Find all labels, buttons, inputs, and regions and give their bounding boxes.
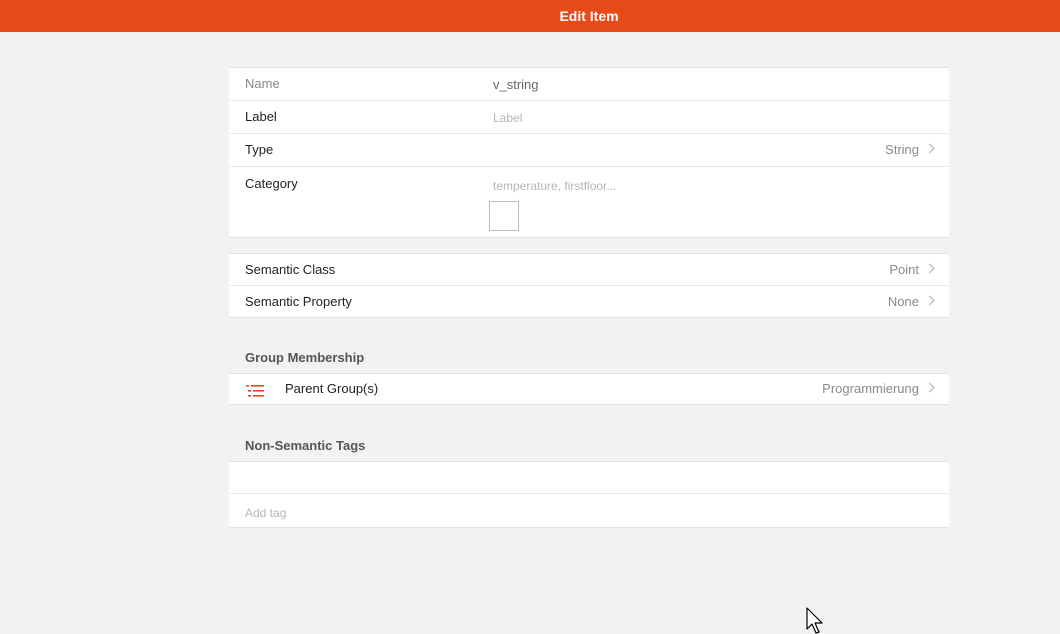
chevron-right-icon — [924, 263, 935, 274]
type-row[interactable]: Type String — [229, 134, 949, 167]
parent-groups-value: Programmierung — [822, 381, 919, 396]
name-row: Name — [229, 68, 949, 101]
parent-groups-row[interactable]: Parent Group(s) Programmierung — [229, 374, 949, 404]
semantic-class-label: Semantic Class — [245, 262, 336, 277]
category-label: Category — [245, 176, 298, 191]
label-row: Label — [229, 101, 949, 134]
semantic-property-label: Semantic Property — [245, 294, 352, 309]
category-icon-preview — [489, 201, 519, 231]
chevron-right-icon — [924, 382, 935, 393]
type-value: String — [885, 142, 919, 157]
semantic-class-row[interactable]: Semantic Class Point — [229, 254, 949, 286]
semantic-class-value: Point — [889, 262, 919, 277]
chevron-right-icon — [924, 295, 935, 306]
basic-properties-card: Name Label Type String Category — [229, 67, 949, 238]
group-membership-title: Group Membership — [245, 350, 365, 365]
tags-list — [229, 462, 949, 494]
category-input[interactable] — [493, 173, 923, 197]
label-label: Label — [245, 109, 277, 124]
mouse-cursor-icon — [806, 607, 823, 634]
page-title: Edit Item — [559, 8, 619, 24]
group-membership-card: Parent Group(s) Programmierung — [229, 373, 949, 405]
label-input[interactable] — [493, 105, 923, 129]
add-tag-input[interactable] — [245, 500, 925, 524]
parent-groups-label: Parent Group(s) — [285, 381, 379, 396]
name-input[interactable] — [493, 72, 923, 96]
tags-card — [229, 461, 949, 528]
non-semantic-tags-title: Non-Semantic Tags — [245, 438, 366, 453]
semantic-card: Semantic Class Point Semantic Property N… — [229, 253, 949, 318]
semantic-property-value: None — [887, 294, 919, 309]
name-label: Name — [245, 76, 280, 91]
navbar: Edit Item — [0, 0, 1060, 32]
type-label: Type — [245, 142, 274, 157]
add-tag-row — [229, 494, 949, 527]
list-icon — [246, 385, 264, 397]
category-row: Category — [229, 167, 949, 237]
semantic-property-row[interactable]: Semantic Property None — [229, 286, 949, 317]
chevron-right-icon — [924, 143, 935, 154]
